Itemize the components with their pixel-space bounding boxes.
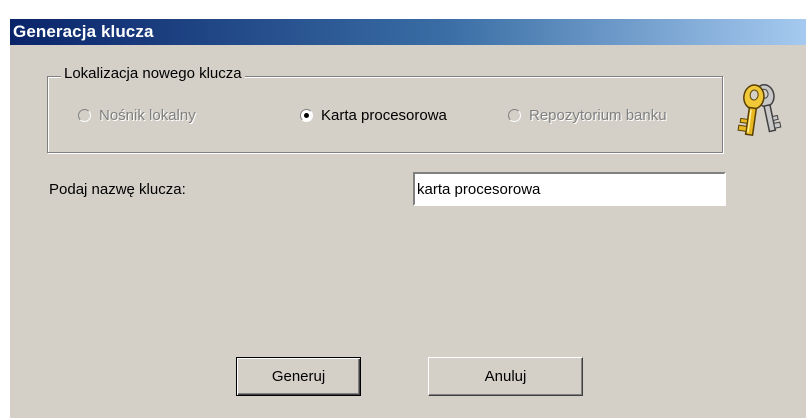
radio-circle-icon [78,109,91,122]
radio-local-medium-label: Nośnik lokalny [99,107,196,124]
key-name-label: Podaj nazwę klucza: [49,181,186,198]
radio-bank-repository[interactable]: Repozytorium banku [508,107,667,124]
cancel-button[interactable]: Anuluj [428,357,583,396]
radio-smart-card-label: Karta procesorowa [321,107,447,124]
key-location-legend: Lokalizacja nowego klucza [61,65,245,82]
radio-bank-repository-label: Repozytorium banku [529,107,667,124]
key-location-group: Lokalizacja nowego klucza Nośnik lokalny… [47,65,723,153]
radio-selected-dot-icon [304,113,309,118]
title-bar[interactable]: Generacja klucza [10,19,806,45]
radio-circle-icon [508,109,521,122]
key-name-input[interactable] [413,172,726,206]
generate-button[interactable]: Generuj [236,357,361,396]
radio-smart-card[interactable]: Karta procesorowa [300,107,447,124]
radio-circle-icon [300,109,313,122]
window-title: Generacja klucza [13,22,154,41]
dialog-window: Generacja klucza Lokalizacja nowego kluc… [9,19,806,418]
radio-local-medium[interactable]: Nośnik lokalny [78,107,196,124]
keys-icon [737,83,782,137]
